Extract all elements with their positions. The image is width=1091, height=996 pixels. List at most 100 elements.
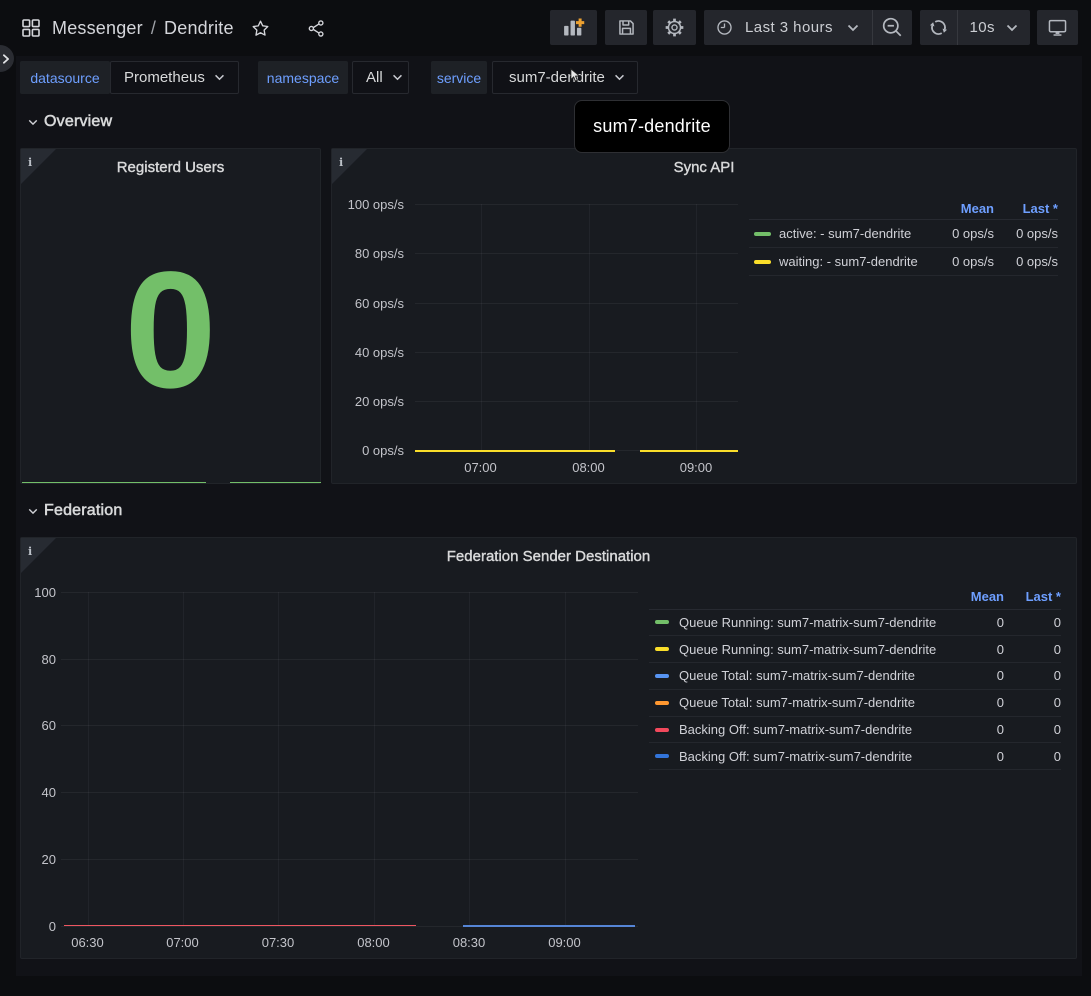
federation-legend: Mean Last * Queue Running: sum7-matrix-s… [649,585,1061,770]
gridline-horizontal [61,659,638,660]
legend-mean-value: 0 [944,722,1004,737]
x-axis-tick-label: 09:00 [666,460,726,475]
legend-last-value: 0 [1004,668,1061,683]
legend-series-label[interactable]: Queue Running: sum7-matrix-sum7-dendrite [679,615,944,630]
legend-swatch [655,674,669,678]
section-row-federation[interactable]: Federation [28,502,123,520]
legend-header-mean[interactable]: Mean [944,589,1004,604]
legend-swatch [655,754,669,758]
legend-series-label[interactable]: Queue Total: sum7-matrix-sum7-dendrite [679,668,944,683]
panel-title[interactable]: Federation Sender Destination [21,548,1076,565]
share-icon[interactable] [307,19,326,38]
series-line-backing-off-blue [463,925,635,927]
gridline-horizontal [61,725,638,726]
variable-picker-service[interactable]: sum7-dendrite [492,61,638,94]
legend-row: Queue Total: sum7-matrix-sum7-dendrite 0… [649,690,1061,717]
gridline-horizontal [61,859,638,860]
chevron-down-icon [614,74,625,81]
legend-last-value: 0 [1004,642,1061,657]
time-range-label: Last 3 hours [745,19,833,36]
variable-label-text: datasource [30,70,99,86]
gridline-vertical [183,592,184,926]
chevron-down-icon [1006,24,1018,32]
legend-series-label[interactable]: Backing Off: sum7-matrix-sum7-dendrite [679,749,944,764]
legend-row: waiting: - sum7-dendrite 0 ops/s 0 ops/s [749,248,1058,276]
gridline-horizontal [61,592,638,593]
settings-gear-icon [664,17,685,38]
variable-label-datasource: datasource [20,61,110,94]
save-dashboard-button[interactable] [605,10,647,45]
panel-title[interactable]: Sync API [332,159,1076,176]
legend-series-label[interactable]: Queue Total: sum7-matrix-sum7-dendrite [679,695,944,710]
y-axis-tick-label: 60 [21,718,56,733]
x-axis-tick-label: 07:00 [451,460,511,475]
section-title-federation: Federation [44,502,123,520]
legend-series-label[interactable]: Queue Running: sum7-matrix-sum7-dendrite [679,642,944,657]
refresh-button[interactable] [920,10,957,45]
variable-picker-namespace[interactable]: All [352,61,409,94]
apps-grid-icon [22,19,40,37]
variable-label-service: service [431,61,487,94]
clock-icon [716,19,733,36]
legend-header-last[interactable]: Last * [994,201,1058,216]
variable-value-text: Prometheus [124,69,205,86]
y-axis-tick-label: 0 ops/s [332,443,404,458]
x-axis-tick-label: 06:30 [58,935,118,950]
gridline-horizontal [415,303,738,304]
section-title-overview: Overview [44,113,112,131]
x-axis-tick-label: 08:00 [559,460,619,475]
star-icon[interactable] [251,19,270,38]
series-line-backing-off-red [64,925,416,927]
zoom-out-button[interactable] [873,10,912,45]
variable-picker-datasource[interactable]: Prometheus [110,61,239,94]
gridline-vertical [469,592,470,926]
legend-series-label[interactable]: active: - sum7-dendrite [779,226,930,241]
gridline-vertical [481,204,482,450]
legend-series-label[interactable]: Backing Off: sum7-matrix-sum7-dendrite [679,722,944,737]
x-axis-tick-label: 07:30 [248,935,308,950]
x-axis-tick-label: 08:30 [439,935,499,950]
x-axis-tick-label: 09:00 [535,935,595,950]
legend-series-label[interactable]: waiting: - sum7-dendrite [779,254,930,269]
breadcrumb-page: Dendrite [164,18,234,39]
breadcrumb-dashboard[interactable]: Messenger [52,18,143,39]
x-axis-tick-label: 07:00 [153,935,213,950]
add-panel-button[interactable] [550,10,597,45]
time-range-button[interactable]: Last 3 hours [704,10,872,45]
series-line-waiting [640,450,738,453]
variable-value-text: All [366,69,383,86]
tv-mode-button[interactable] [1037,10,1078,45]
legend-last-value: 0 [1004,695,1061,710]
section-row-overview[interactable]: Overview [28,113,112,131]
legend-header-last[interactable]: Last * [1004,589,1061,604]
legend-last-value: 0 [1004,615,1061,630]
panel-federation-sender: i Federation Sender Destination Mean Las… [20,537,1077,959]
y-axis-tick-label: 80 ops/s [332,246,404,261]
legend-rows: Queue Running: sum7-matrix-sum7-dendrite… [649,610,1061,771]
y-axis-tick-label: 20 ops/s [332,394,404,409]
legend-mean-value: 0 [944,749,1004,764]
chevron-right-icon [2,54,10,64]
series-line-waiting [415,450,615,453]
legend-header-mean[interactable]: Mean [930,201,994,216]
legend-row: active: - sum7-dendrite 0 ops/s 0 ops/s [749,220,1058,248]
refresh-interval-button[interactable]: 10s [957,10,1030,45]
panel-title[interactable]: Registerd Users [21,159,320,176]
refresh-icon [927,16,950,39]
y-axis-tick-label: 100 ops/s [332,197,404,212]
legend-swatch [655,647,669,651]
gridline-horizontal [61,792,638,793]
y-axis-tick-label: 40 [21,785,56,800]
gridline-vertical [565,592,566,926]
dashboard-settings-button[interactable] [653,10,696,45]
legend-swatch [655,701,669,705]
y-axis-tick-label: 80 [21,652,56,667]
breadcrumb: Messenger / Dendrite [52,0,234,56]
legend-row: Backing Off: sum7-matrix-sum7-dendrite 0… [649,743,1061,770]
x-axis-tick-label: 08:00 [344,935,404,950]
legend-swatch [754,260,771,264]
sparkline-segment [230,482,321,484]
y-axis-tick-label: 20 [21,852,56,867]
chevron-down-icon [392,74,403,81]
refresh-group: 10s [920,10,1030,45]
